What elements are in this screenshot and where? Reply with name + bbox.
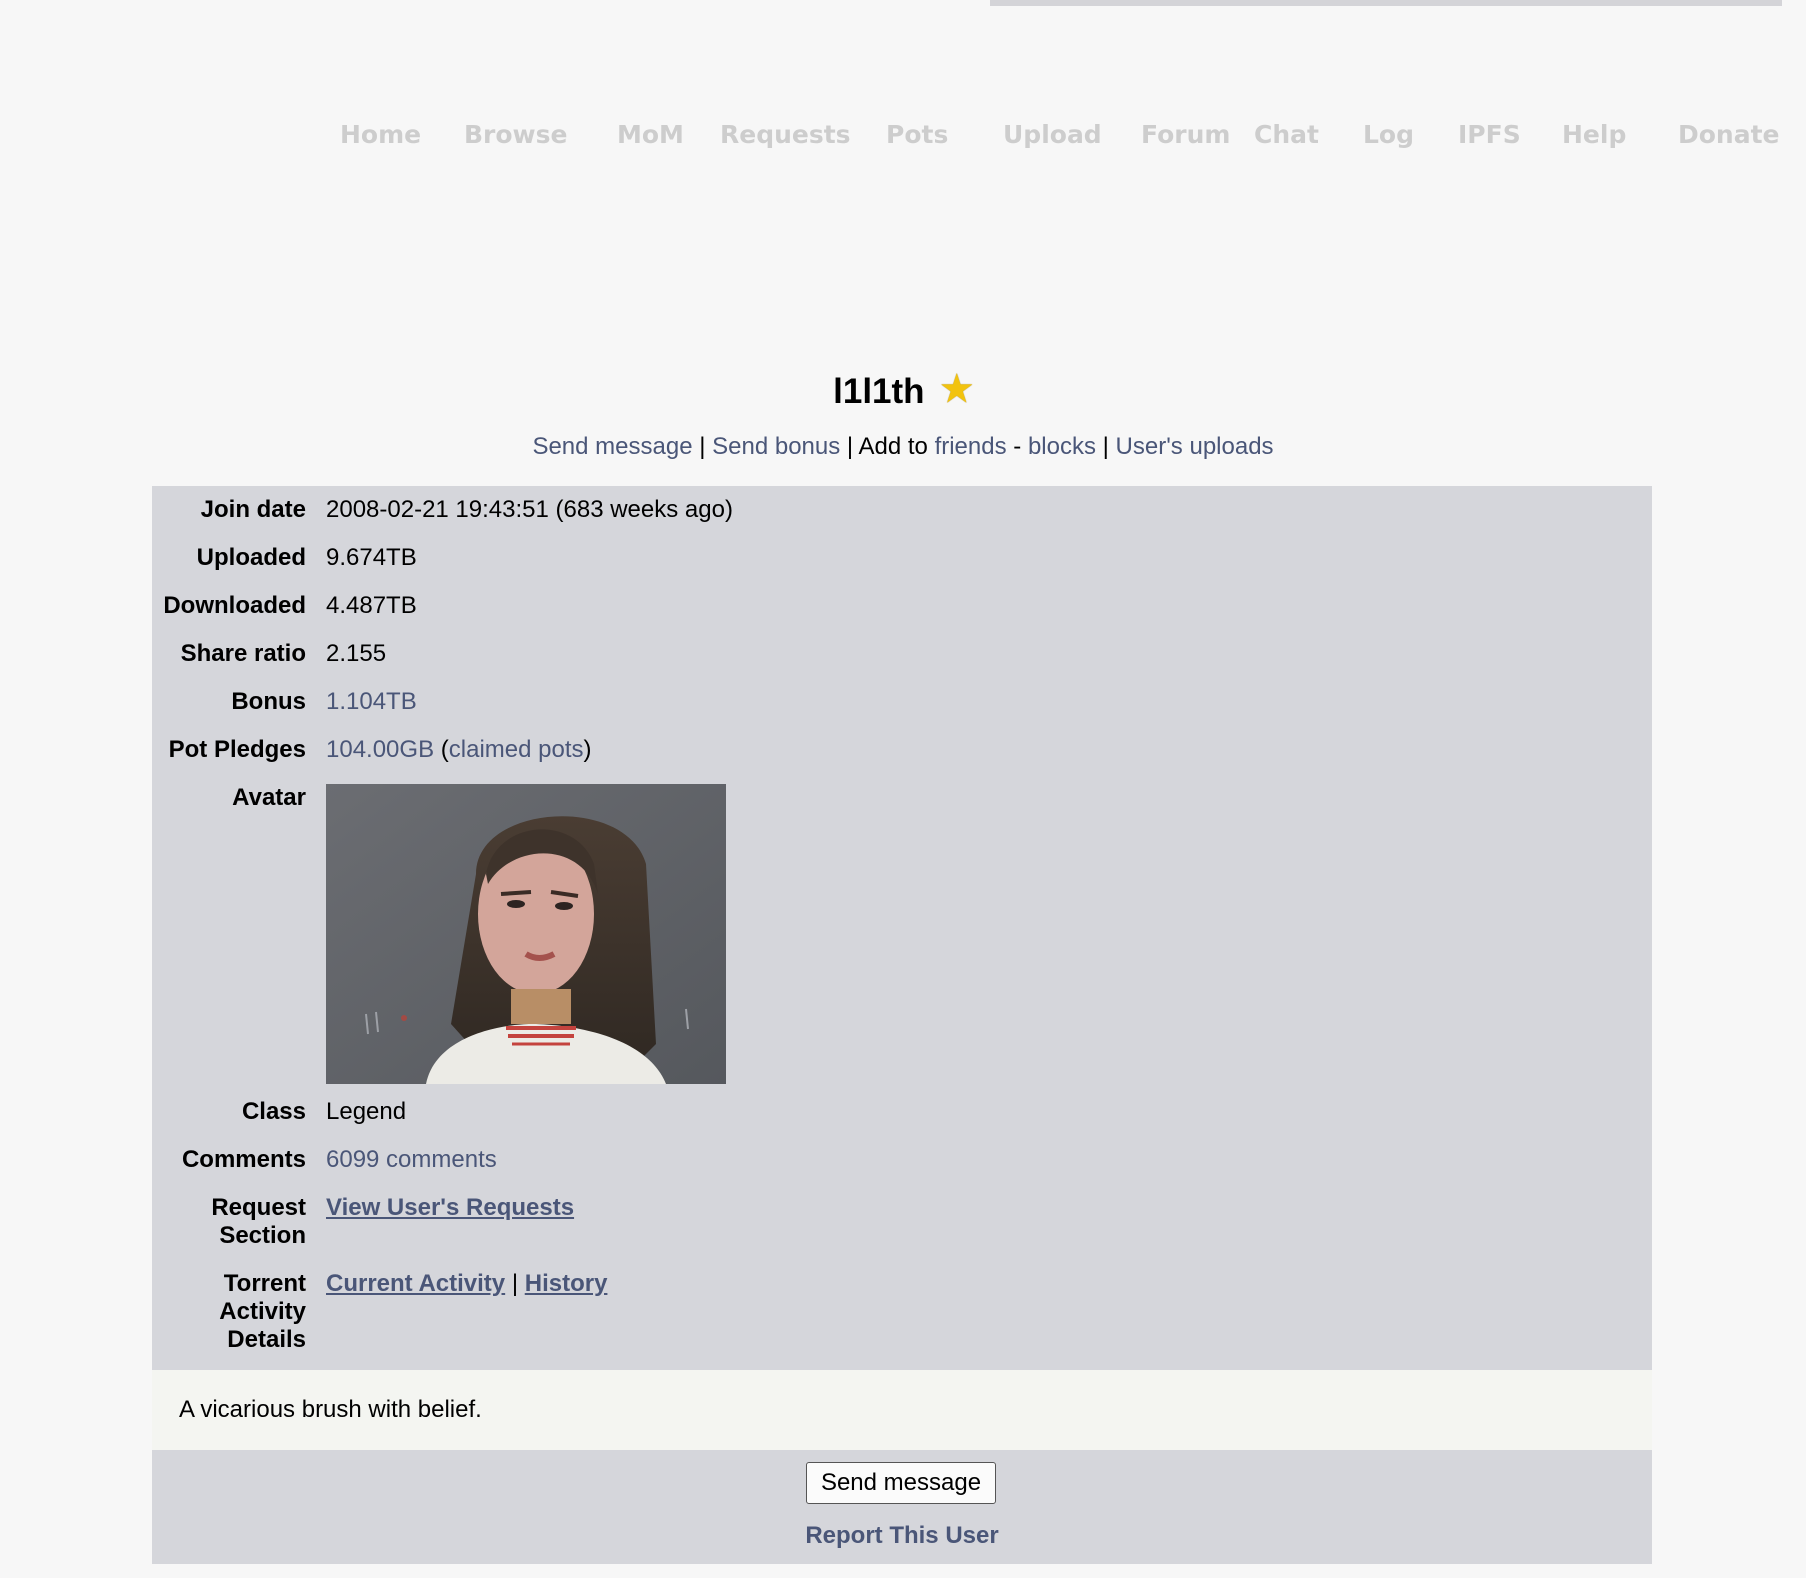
separator: | bbox=[505, 1270, 525, 1297]
view-requests-link[interactable]: View User's Requests bbox=[326, 1194, 574, 1221]
uploaded-value: 9.674TB bbox=[326, 544, 417, 571]
nav-browse[interactable]: Browse bbox=[464, 120, 568, 149]
add-to-text: | Add to bbox=[840, 433, 935, 460]
main-nav: Home Browse MoM Requests Pots Upload For… bbox=[0, 120, 1806, 160]
nav-mom[interactable]: MoM bbox=[617, 120, 684, 149]
user-actions: Send message | Send bonus | Add to frien… bbox=[0, 433, 1806, 461]
comments-label: Comments bbox=[181, 1146, 306, 1173]
comments-link[interactable]: 6099 comments bbox=[326, 1146, 497, 1173]
nav-help[interactable]: Help bbox=[1562, 120, 1626, 149]
add-blocks-link[interactable]: blocks bbox=[1028, 433, 1096, 460]
ratio-label: Share ratio bbox=[180, 640, 306, 667]
claimed-pots-link[interactable]: claimed pots bbox=[449, 736, 584, 763]
star-icon: ★ bbox=[940, 368, 973, 409]
bonus-label: Bonus bbox=[231, 688, 306, 715]
pot-pledges-label: Pot Pledges bbox=[168, 736, 306, 763]
avatar-portrait-image bbox=[326, 784, 726, 1084]
avatar-label: Avatar bbox=[232, 784, 306, 811]
bonus-link[interactable]: 1.104TB bbox=[326, 688, 417, 715]
top-progress-bar bbox=[990, 0, 1782, 6]
nav-pots[interactable]: Pots bbox=[886, 120, 948, 149]
user-uploads-link[interactable]: User's uploads bbox=[1116, 433, 1274, 460]
avatar bbox=[326, 784, 726, 1084]
page-title: l1l1th ★ bbox=[0, 368, 1806, 412]
pot-pledges-link[interactable]: 104.00GB bbox=[326, 736, 434, 763]
paren-open: ( bbox=[434, 736, 449, 763]
username: l1l1th bbox=[833, 372, 925, 411]
ratio-value: 2.155 bbox=[326, 640, 387, 667]
nav-donate[interactable]: Donate bbox=[1678, 120, 1780, 149]
downloaded-label: Downloaded bbox=[163, 592, 306, 619]
join-date-label: Join date bbox=[200, 496, 306, 523]
profile-footer: Send message Report This User bbox=[152, 1450, 1652, 1564]
class-label: Class bbox=[241, 1098, 306, 1125]
bio-text: A vicarious brush with belief. bbox=[179, 1396, 482, 1423]
add-friends-link[interactable]: friends bbox=[935, 433, 1007, 460]
class-value: Legend bbox=[326, 1098, 407, 1125]
nav-ipfs[interactable]: IPFS bbox=[1458, 120, 1521, 149]
uploaded-label: Uploaded bbox=[196, 544, 306, 571]
history-link[interactable]: History bbox=[525, 1270, 608, 1297]
separator: | bbox=[692, 433, 713, 460]
user-stats-panel: Join date 2008-02-21 19:43:51 (683 weeks… bbox=[152, 486, 1652, 1370]
user-bio: A vicarious brush with belief. bbox=[152, 1370, 1652, 1450]
report-user-link[interactable]: Report This User bbox=[152, 1522, 1652, 1550]
send-message-button[interactable]: Send message bbox=[806, 1462, 996, 1504]
paren-close: ) bbox=[583, 736, 592, 763]
nav-log[interactable]: Log bbox=[1363, 120, 1414, 149]
nav-requests[interactable]: Requests bbox=[720, 120, 851, 149]
separator: | bbox=[1095, 433, 1116, 460]
downloaded-value: 4.487TB bbox=[326, 592, 417, 619]
nav-forum[interactable]: Forum bbox=[1141, 120, 1230, 149]
request-section-label: Request Section bbox=[211, 1194, 306, 1249]
nav-home[interactable]: Home bbox=[340, 120, 421, 149]
nav-chat[interactable]: Chat bbox=[1254, 120, 1319, 149]
send-message-link[interactable]: Send message bbox=[532, 433, 692, 460]
nav-upload[interactable]: Upload bbox=[1003, 120, 1102, 149]
torrent-activity-label: Torrent Activity Details bbox=[219, 1270, 306, 1353]
current-activity-link[interactable]: Current Activity bbox=[326, 1270, 505, 1297]
separator: - bbox=[1006, 433, 1028, 460]
join-date-value: 2008-02-21 19:43:51 (683 weeks ago) bbox=[326, 496, 733, 523]
send-bonus-link[interactable]: Send bonus bbox=[712, 433, 840, 460]
